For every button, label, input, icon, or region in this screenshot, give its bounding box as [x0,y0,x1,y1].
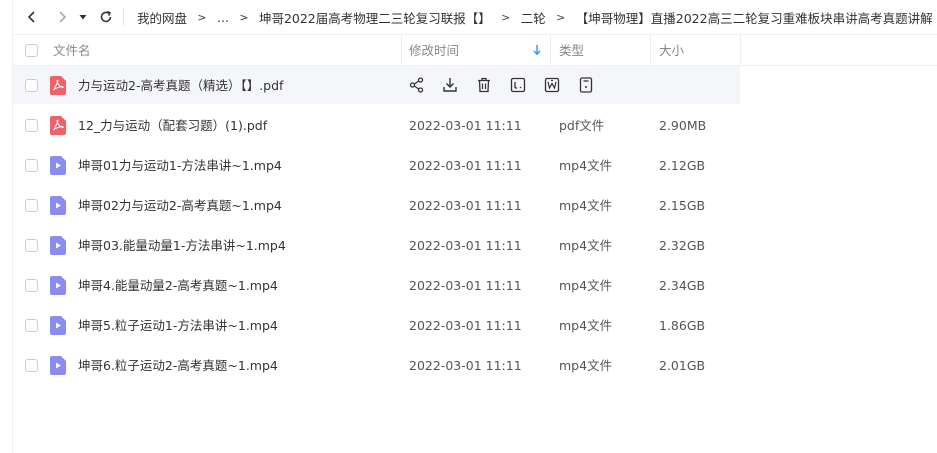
file-type: mp4文件 [559,158,613,173]
file-modified-date: 2022-03-01 11:11 [409,158,522,173]
breadcrumb-separator: > [239,10,249,24]
file-modified-date: 2022-03-01 11:11 [409,318,522,333]
video-icon [50,236,66,255]
history-dropdown[interactable] [75,6,91,28]
breadcrumb-item-round[interactable]: 二轮 [521,8,546,27]
file-row[interactable]: 坤哥4.能量动量2-高考真题~1.mp4 2022-03-01 11:11 mp… [13,266,937,306]
file-name[interactable]: 坤哥5.粒子运动1-方法串讲~1.mp4 [78,306,278,346]
file-row[interactable]: 坤哥03.能量动量1-方法串讲~1.mp4 2022-03-01 11:11 m… [13,226,937,266]
forward-button[interactable] [51,6,73,28]
column-header-name[interactable]: 文件名 [53,35,91,66]
file-name[interactable]: 坤哥03.能量动量1-方法串讲~1.mp4 [78,226,286,266]
file-type: mp4文件 [559,278,613,293]
row-checkbox[interactable] [25,359,38,372]
word-convert-icon[interactable] [543,76,561,94]
file-name[interactable]: 力与运动2-高考真题（精选）【】.pdf [78,66,283,106]
row-checkbox[interactable] [25,119,38,132]
breadcrumb-separator: > [556,10,566,24]
row-checkbox[interactable] [25,199,38,212]
share-icon[interactable] [408,76,426,94]
delete-icon[interactable] [475,76,493,94]
file-size: 2.32GB [659,238,706,253]
file-type: mp4文件 [559,358,613,373]
chevron-right-icon [59,11,67,23]
video-icon [50,316,66,335]
file-type: mp4文件 [559,198,613,213]
refresh-button[interactable] [95,6,117,28]
file-row[interactable]: 坤哥02力与运动2-高考真题~1.mp4 2022-03-01 11:11 mp… [13,186,937,226]
file-size: 2.34GB [659,278,706,293]
column-divider [550,35,551,66]
file-name[interactable]: 坤哥4.能量动量2-高考真题~1.mp4 [78,266,278,306]
video-icon [50,196,66,215]
chevron-left-icon [27,11,35,23]
file-row[interactable]: 坤哥01力与运动1-方法串讲~1.mp4 2022-03-01 11:11 mp… [13,146,937,186]
file-list-header: 文件名 修改时间 类型 大小 [13,34,937,66]
video-icon [50,356,66,375]
file-row[interactable]: 坤哥5.粒子运动1-方法串讲~1.mp4 2022-03-01 11:11 mp… [13,306,937,346]
more-icon[interactable] [577,76,595,94]
file-size: 2.12GB [659,158,706,173]
navigation-bar: 我的网盘 > ... > 坤哥2022届高考物理二三轮复习联报【】 > 二轮 >… [13,0,937,34]
breadcrumb-item-current[interactable]: 【坤哥物理】直播2022高三二轮复习重难板块串讲高考真题讲解 [576,8,933,27]
file-row[interactable]: 坤哥6.粒子运动2-高考真题~1.mp4 2022-03-01 11:11 mp… [13,346,937,386]
file-size: 2.90MB [659,118,707,133]
download-icon[interactable] [441,76,459,94]
select-all-checkbox[interactable] [25,44,38,57]
file-modified-date: 2022-03-01 11:11 [409,238,522,253]
pdf-icon [50,116,66,135]
column-header-type[interactable]: 类型 [559,35,584,66]
column-header-size[interactable]: 大小 [659,35,684,66]
breadcrumb-item-ellipsis[interactable]: ... [217,10,229,25]
breadcrumb-separator: > [501,10,511,24]
breadcrumb-separator: > [933,11,937,24]
refresh-icon [100,10,112,23]
row-checkbox[interactable] [25,239,38,252]
row-checkbox[interactable] [25,79,38,92]
file-modified-date: 2022-03-01 11:11 [409,118,522,133]
breadcrumb-item-home[interactable]: 我的网盘 [137,8,187,27]
breadcrumb-item-course[interactable]: 坤哥2022届高考物理二三轮复习联报【】 [259,8,491,27]
breadcrumb: 我的网盘 > ... > 坤哥2022届高考物理二三轮复习联报【】 > 二轮 >… [137,0,937,34]
back-button[interactable] [21,6,43,28]
file-row[interactable]: 12_力与运动（配套习题）(1).pdf 2022-03-01 11:11 pd… [13,106,937,146]
file-modified-date: 2022-03-01 11:11 [409,278,522,293]
pdf-icon [50,76,66,95]
file-type: mp4文件 [559,238,613,253]
video-icon [50,156,66,175]
file-size: 2.15GB [659,198,706,213]
sort-descending-icon[interactable] [532,44,542,56]
row-checkbox[interactable] [25,279,38,292]
row-checkbox[interactable] [25,319,38,332]
file-size: 1.86GB [659,318,706,333]
file-modified-date: 2022-03-01 11:11 [409,198,522,213]
file-name[interactable]: 坤哥01力与运动1-方法串讲~1.mp4 [78,146,282,186]
row-checkbox[interactable] [25,159,38,172]
file-type: mp4文件 [559,318,613,333]
file-size: 2.01GB [659,358,706,373]
column-header-modified[interactable]: 修改时间 [409,35,459,66]
nav-divider [123,8,124,26]
column-divider [740,35,741,66]
file-type: pdf文件 [559,118,605,133]
file-modified-date: 2022-03-01 11:11 [409,358,522,373]
video-icon [50,276,66,295]
column-divider [401,35,402,66]
file-name[interactable]: 坤哥6.粒子运动2-高考真题~1.mp4 [78,346,278,386]
column-divider [650,35,651,66]
file-name[interactable]: 12_力与运动（配套习题）(1).pdf [78,106,267,146]
sidebar-edge [0,0,13,453]
caret-down-icon [79,15,87,20]
file-name[interactable]: 坤哥02力与运动2-高考真题~1.mp4 [78,186,282,226]
breadcrumb-separator: > [197,10,207,24]
text-extract-icon[interactable] [509,76,527,94]
file-row[interactable]: 力与运动2-高考真题（精选）【】.pdf [13,66,937,106]
